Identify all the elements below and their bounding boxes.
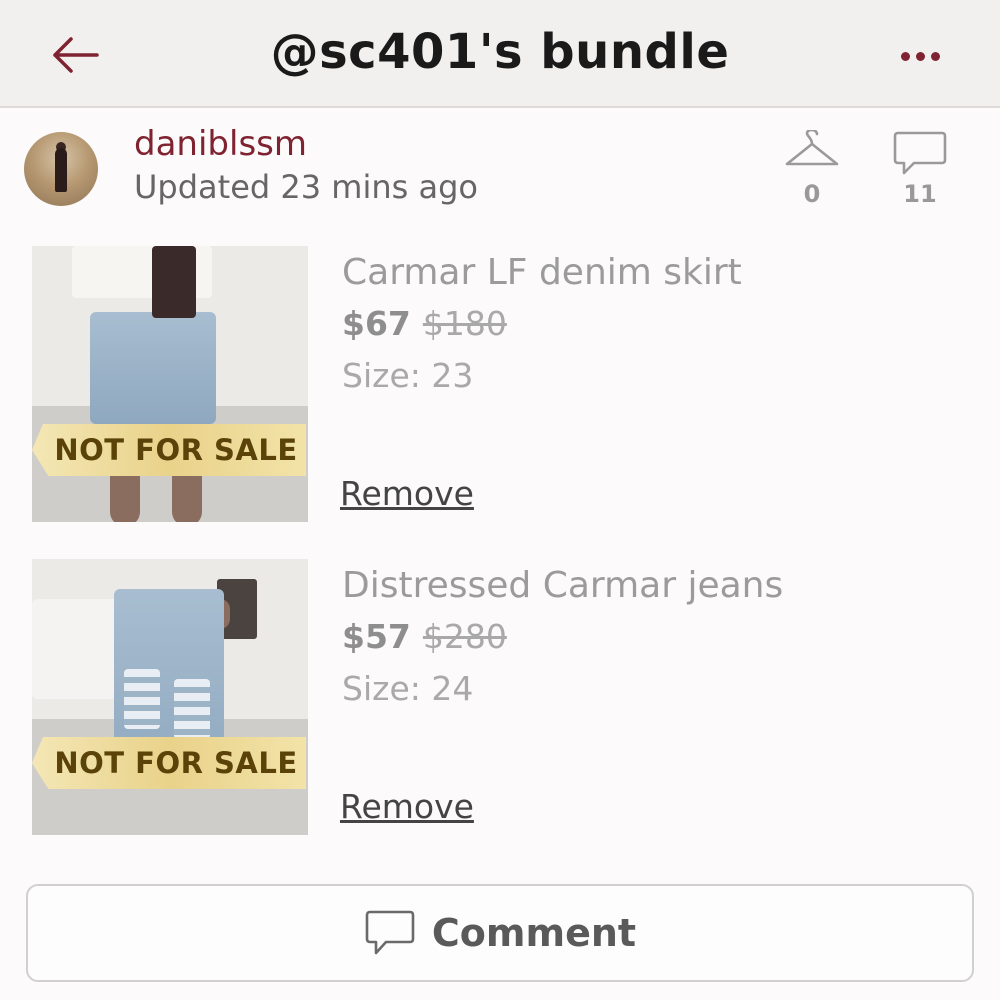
remove-link[interactable]: Remove — [340, 787, 474, 826]
likes-count: 0 — [803, 180, 821, 208]
comment-button-label: Comment — [431, 911, 637, 955]
item-title[interactable]: Distressed Carmar jeans — [342, 565, 783, 606]
comment-bubble-icon — [365, 910, 415, 955]
not-for-sale-banner: NOT FOR SALE — [32, 737, 306, 789]
top-bar: @sc401's bundle — [0, 0, 1000, 108]
original-price: $280 — [422, 617, 507, 656]
bundle-item: NOT FOR SALE Carmar LF denim skirt $67 $1… — [0, 246, 1000, 526]
comments-count: 11 — [903, 180, 937, 208]
current-price: $67 — [342, 304, 411, 343]
bundle-item: NOT FOR SALE Distressed Carmar jeans $57… — [0, 559, 1000, 839]
item-title[interactable]: Carmar LF denim skirt — [342, 252, 742, 293]
comment-button[interactable]: Comment — [26, 884, 974, 982]
original-price: $180 — [422, 304, 507, 343]
avatar[interactable] — [24, 132, 98, 206]
seller-username[interactable]: daniblssm — [134, 124, 307, 164]
seller-info: daniblssm Updated 23 mins ago 0 11 — [0, 110, 1000, 220]
current-price: $57 — [342, 617, 411, 656]
page-title: @sc401's bundle — [270, 24, 730, 80]
item-size: Size: 24 — [342, 669, 474, 708]
likes-button[interactable]: 0 — [782, 128, 842, 210]
item-thumbnail[interactable]: NOT FOR SALE — [32, 559, 308, 835]
comments-button[interactable]: 11 — [890, 130, 950, 210]
more-dots-icon — [900, 51, 910, 61]
item-size: Size: 23 — [342, 356, 474, 395]
item-price: $57 $280 — [342, 617, 507, 656]
updated-timestamp: Updated 23 mins ago — [134, 168, 478, 206]
not-for-sale-banner: NOT FOR SALE — [32, 424, 306, 476]
remove-link[interactable]: Remove — [340, 474, 474, 513]
comment-bubble-icon — [893, 131, 947, 175]
more-options-button[interactable] — [892, 36, 948, 76]
item-price: $67 $180 — [342, 304, 507, 343]
hanger-icon — [785, 128, 839, 166]
item-thumbnail[interactable]: NOT FOR SALE — [32, 246, 308, 522]
